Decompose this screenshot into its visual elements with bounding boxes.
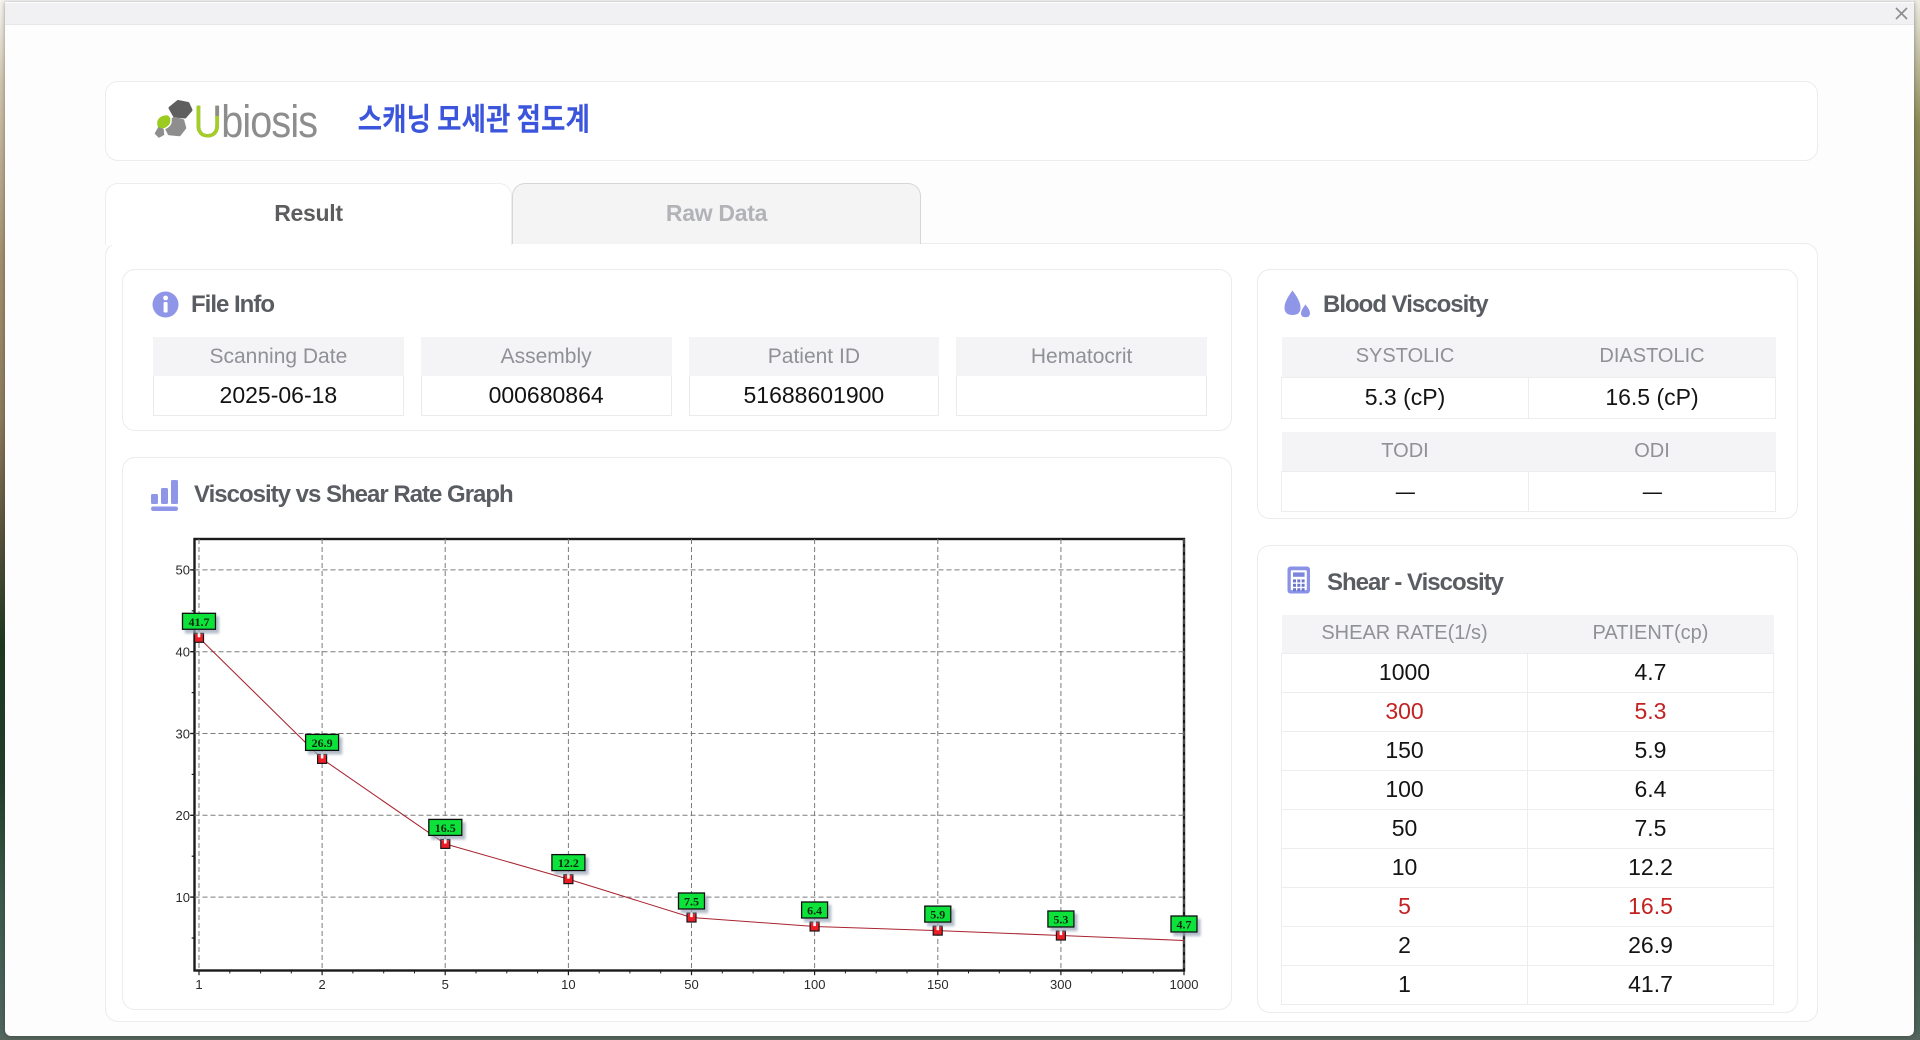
svg-text:50: 50	[176, 563, 190, 578]
svg-text:1000: 1000	[1170, 977, 1199, 992]
svg-text:50: 50	[684, 977, 698, 992]
svg-text:41.7: 41.7	[189, 615, 210, 629]
svg-text:150: 150	[927, 977, 949, 992]
svg-text:26.9: 26.9	[312, 736, 333, 750]
svg-text:1: 1	[195, 977, 202, 992]
svg-text:7.5: 7.5	[684, 895, 699, 909]
svg-text:6.4: 6.4	[807, 904, 822, 918]
svg-text:2: 2	[318, 977, 325, 992]
svg-text:12.2: 12.2	[558, 856, 579, 870]
svg-text:100: 100	[804, 977, 826, 992]
svg-text:300: 300	[1050, 977, 1072, 992]
svg-text:10: 10	[561, 977, 575, 992]
svg-text:5: 5	[442, 977, 449, 992]
svg-text:30: 30	[176, 726, 190, 741]
svg-text:40: 40	[176, 645, 190, 660]
svg-text:5.9: 5.9	[930, 908, 945, 922]
svg-text:16.5: 16.5	[435, 821, 456, 835]
svg-text:4.7: 4.7	[1177, 918, 1192, 932]
svg-text:10: 10	[176, 890, 190, 905]
svg-text:20: 20	[176, 808, 190, 823]
svg-text:5.3: 5.3	[1053, 913, 1068, 927]
